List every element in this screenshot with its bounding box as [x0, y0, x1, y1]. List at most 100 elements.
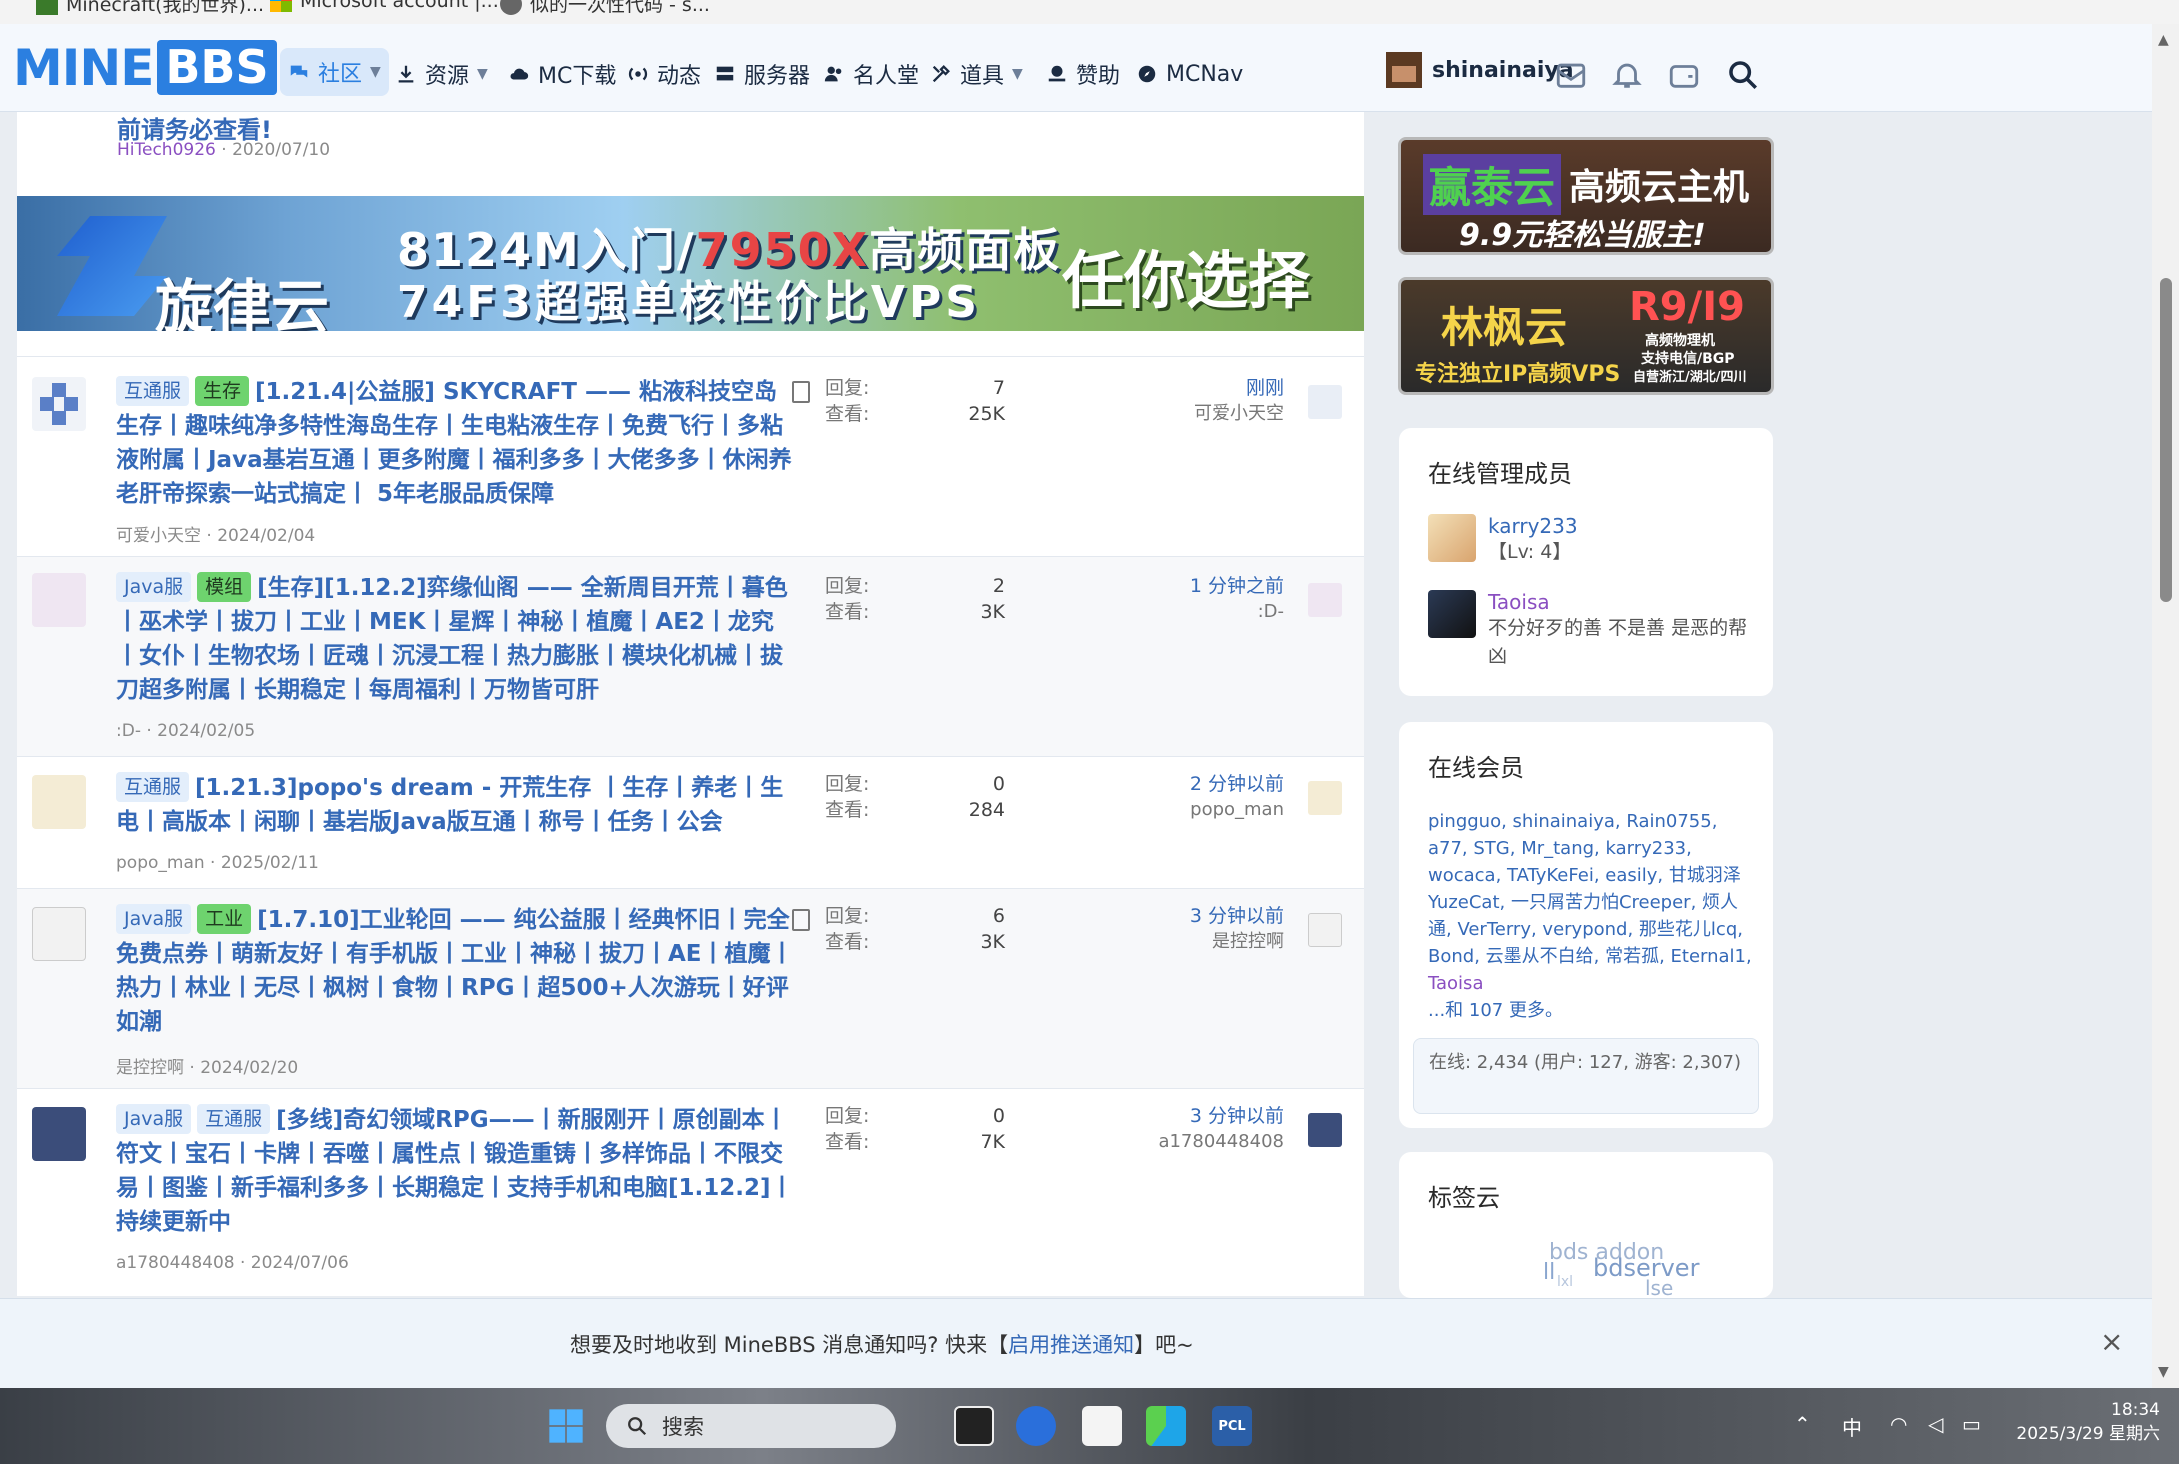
- avatar[interactable]: [1428, 590, 1476, 638]
- thread-title[interactable]: Java服 模组 [生存][1.12.2]弈缘仙阁 —— 全新周目开荒丨暮色丨巫术学…: [116, 571, 796, 707]
- ad-yingtaiyun[interactable]: 赢泰云 高频云主机 9.9元轻松当服主!: [1398, 137, 1774, 255]
- compass-icon: [1138, 65, 1156, 83]
- avatar[interactable]: [32, 775, 86, 829]
- scroll-up-icon[interactable]: ▲: [2158, 32, 2169, 48]
- tag-cloud-word[interactable]: lse: [1645, 1276, 1673, 1298]
- last-post[interactable]: 刚刚 可爱小天空: [1194, 375, 1284, 427]
- page-icon: [500, 0, 522, 15]
- bell-icon[interactable]: [1610, 58, 1644, 92]
- staff-member[interactable]: karry233 【Lv: 4】: [1428, 514, 1578, 566]
- scrollbar-thumb[interactable]: [2160, 278, 2172, 602]
- notification-text: 想要及时地收到 MineBBS 消息通知吗? 快来【启用推送通知】吧~: [570, 1333, 1194, 1357]
- user-menu[interactable]: shinainaiya: [1386, 52, 1574, 88]
- minecraft-icon: [36, 0, 58, 15]
- thread-title[interactable]: Java服 工业 [1.7.10]工业轮回 —— 纯公益服丨经典怀旧丨完全免费点券丨…: [116, 903, 796, 1039]
- pcl-launcher-icon[interactable]: PCL: [1212, 1406, 1252, 1446]
- table-row[interactable]: 互通服 [1.21.3]popo's dream - 开荒生存 丨生存丨养老丨生电…: [17, 756, 1364, 888]
- close-icon[interactable]: ×: [2100, 1325, 2123, 1358]
- table-row[interactable]: Java服 模组 [生存][1.12.2]弈缘仙阁 —— 全新周目开荒丨暮色丨巫术学…: [17, 556, 1364, 756]
- thread-stats: 回复: 2 查看: 3K: [825, 575, 1005, 623]
- members-list[interactable]: pingguo, shinainaiya, Rain0755, a77, STG…: [1428, 808, 1758, 1024]
- search-icon[interactable]: [1726, 58, 1760, 92]
- thread-meta: :D- · 2024/02/05: [116, 721, 256, 741]
- scrollbar[interactable]: ▲ ▼: [2152, 24, 2179, 1388]
- nav-mc-download[interactable]: MC下载: [508, 54, 616, 94]
- thread-stats: 回复: 6 查看: 3K: [825, 905, 1005, 953]
- edge-browser-icon[interactable]: [1146, 1406, 1186, 1446]
- tag-cloud-word[interactable]: ll: [1543, 1260, 1555, 1285]
- last-post[interactable]: 3 分钟以前 是控控啊: [1190, 903, 1284, 955]
- nav-community[interactable]: 社区 ▼: [280, 48, 389, 96]
- nav-hall-of-fame[interactable]: 名人堂: [823, 54, 919, 94]
- table-row[interactable]: Java服 互通服 [多线]奇幻领域RPG——丨新服刚开丨原创副本丨符文丨宝石丨卡牌…: [17, 1088, 1364, 1288]
- ime-indicator[interactable]: 中: [1842, 1412, 1862, 1441]
- cloud-download-icon: [510, 68, 529, 80]
- bookmark-microsoft[interactable]: Microsoft account |...: [270, 0, 499, 12]
- avatar[interactable]: [32, 907, 86, 961]
- nav-items[interactable]: 道具 ▼: [930, 54, 1023, 94]
- nav-resources[interactable]: 资源 ▼: [395, 54, 488, 94]
- tag-cloud-word[interactable]: lxl: [1557, 1274, 1573, 1290]
- table-row[interactable]: Java服 工业 [1.7.10]工业轮回 —— 纯公益服丨经典怀旧丨完全免费点券丨…: [17, 888, 1364, 1088]
- scroll-down-icon[interactable]: ▼: [2158, 1364, 2169, 1380]
- online-staff-card: 在线管理成员 karry233 【Lv: 4】 Taoisa 不分好歹的善 不是…: [1399, 428, 1773, 696]
- download-icon: [398, 65, 414, 83]
- battery-icon[interactable]: ▭: [1962, 1412, 1981, 1436]
- chevron-down-icon: ▼: [477, 66, 488, 82]
- attachment-icon: [792, 381, 810, 403]
- thread-stats: 回复: 7 查看: 25K: [825, 377, 1005, 425]
- avatar[interactable]: [32, 573, 86, 627]
- microsoft-icon: [270, 0, 292, 12]
- thread-list: 前请务必查看! HiTech0926 · 2020/07/10 8124M入门/…: [17, 112, 1364, 1296]
- xuanlvyun-logo-icon: [57, 216, 167, 316]
- avatar[interactable]: [1308, 1113, 1342, 1147]
- last-post[interactable]: 1 分钟之前 :D-: [1190, 573, 1284, 625]
- last-post[interactable]: 3 分钟以前 a1780448408: [1158, 1103, 1284, 1155]
- minebbs-logo[interactable]: MINE BBS: [13, 39, 277, 97]
- table-row[interactable]: 互通服 生存 [1.21.4|公益服] SKYCRAFT —— 粘液科技空岛生存丨趣…: [17, 356, 1364, 556]
- wifi-icon[interactable]: ◠: [1890, 1412, 1907, 1436]
- avatar[interactable]: [32, 377, 86, 431]
- server-icon: [716, 66, 734, 81]
- avatar[interactable]: [1428, 514, 1476, 562]
- taskbar: 搜索 PCL ⌃ 中 ◠ ◁ ▭ 18:34 2025/3/29 星期六: [0, 1388, 2179, 1464]
- nav-servers[interactable]: 服务器: [714, 54, 810, 94]
- thread-title[interactable]: 互通服 生存 [1.21.4|公益服] SKYCRAFT —— 粘液科技空岛生存丨趣…: [116, 375, 796, 511]
- chat-icon: [290, 65, 308, 78]
- ad-banner-xuanlvyun[interactable]: 8124M入门/7950X高频面板 旋律云 74F3超强单核性价比VPS 任你选…: [17, 196, 1364, 331]
- taskbar-search[interactable]: 搜索: [606, 1404, 896, 1448]
- wallet-icon[interactable]: [1667, 58, 1701, 92]
- thread-meta: a1780448408 · 2024/07/06: [116, 1253, 349, 1273]
- windows-start-icon[interactable]: [546, 1406, 586, 1446]
- app-icon[interactable]: [1016, 1406, 1056, 1446]
- enable-push-link[interactable]: 启用推送通知: [1008, 1333, 1134, 1357]
- search-icon: [628, 1417, 647, 1436]
- staff-member[interactable]: Taoisa 不分好歹的善 不是善 是恶的帮凶: [1428, 590, 1748, 670]
- thread-meta: popo_man · 2025/02/11: [116, 853, 319, 873]
- chevron-up-icon[interactable]: ⌃: [1794, 1412, 1811, 1436]
- bookmark-minecraft[interactable]: Minecraft(我的世界)...: [36, 0, 264, 17]
- thread-title[interactable]: Java服 互通服 [多线]奇幻领域RPG——丨新服刚开丨原创副本丨符文丨宝石丨卡牌…: [116, 1103, 796, 1239]
- thread-title[interactable]: 互通服 [1.21.3]popo's dream - 开荒生存 丨生存丨养老丨生电…: [116, 771, 796, 839]
- task-view-icon[interactable]: [954, 1406, 994, 1446]
- bookmark-code[interactable]: 似的一次性代码 - s...: [500, 0, 710, 17]
- file-icon[interactable]: [1082, 1406, 1122, 1446]
- thread-meta: HiTech0926 · 2020/07/10: [117, 140, 331, 160]
- ad-linfengyun[interactable]: 林枫云 R9/I9 专注独立IP高频VPS 高频物理机 支持电信/BGP 自营浙…: [1398, 277, 1774, 395]
- nav-sponsor[interactable]: 赞助: [1046, 54, 1120, 94]
- avatar[interactable]: [32, 1107, 86, 1161]
- thread-stats: 回复: 0 查看: 7K: [825, 1105, 1005, 1153]
- nav-activity[interactable]: 动态: [627, 54, 701, 94]
- avatar: [1386, 52, 1422, 88]
- clock[interactable]: 18:34 2025/3/29 星期六: [2010, 1398, 2160, 1446]
- avatar[interactable]: [1308, 583, 1342, 617]
- top-navigation: MINE BBS 社区 ▼ 资源 ▼ MC下载 动态 服务器 名人堂 道具 ▼ 赞助 M…: [0, 24, 2152, 117]
- online-members-card: 在线会员 pingguo, shinainaiya, Rain0755, a77…: [1399, 722, 1773, 1128]
- inbox-icon[interactable]: [1554, 58, 1588, 92]
- nav-mcnav[interactable]: MCNav: [1136, 54, 1243, 94]
- avatar[interactable]: [1308, 385, 1342, 419]
- last-post[interactable]: 2 分钟以前 popo_man: [1190, 771, 1284, 823]
- avatar[interactable]: [1308, 781, 1342, 815]
- volume-icon[interactable]: ◁: [1928, 1412, 1943, 1436]
- avatar[interactable]: [1308, 913, 1342, 947]
